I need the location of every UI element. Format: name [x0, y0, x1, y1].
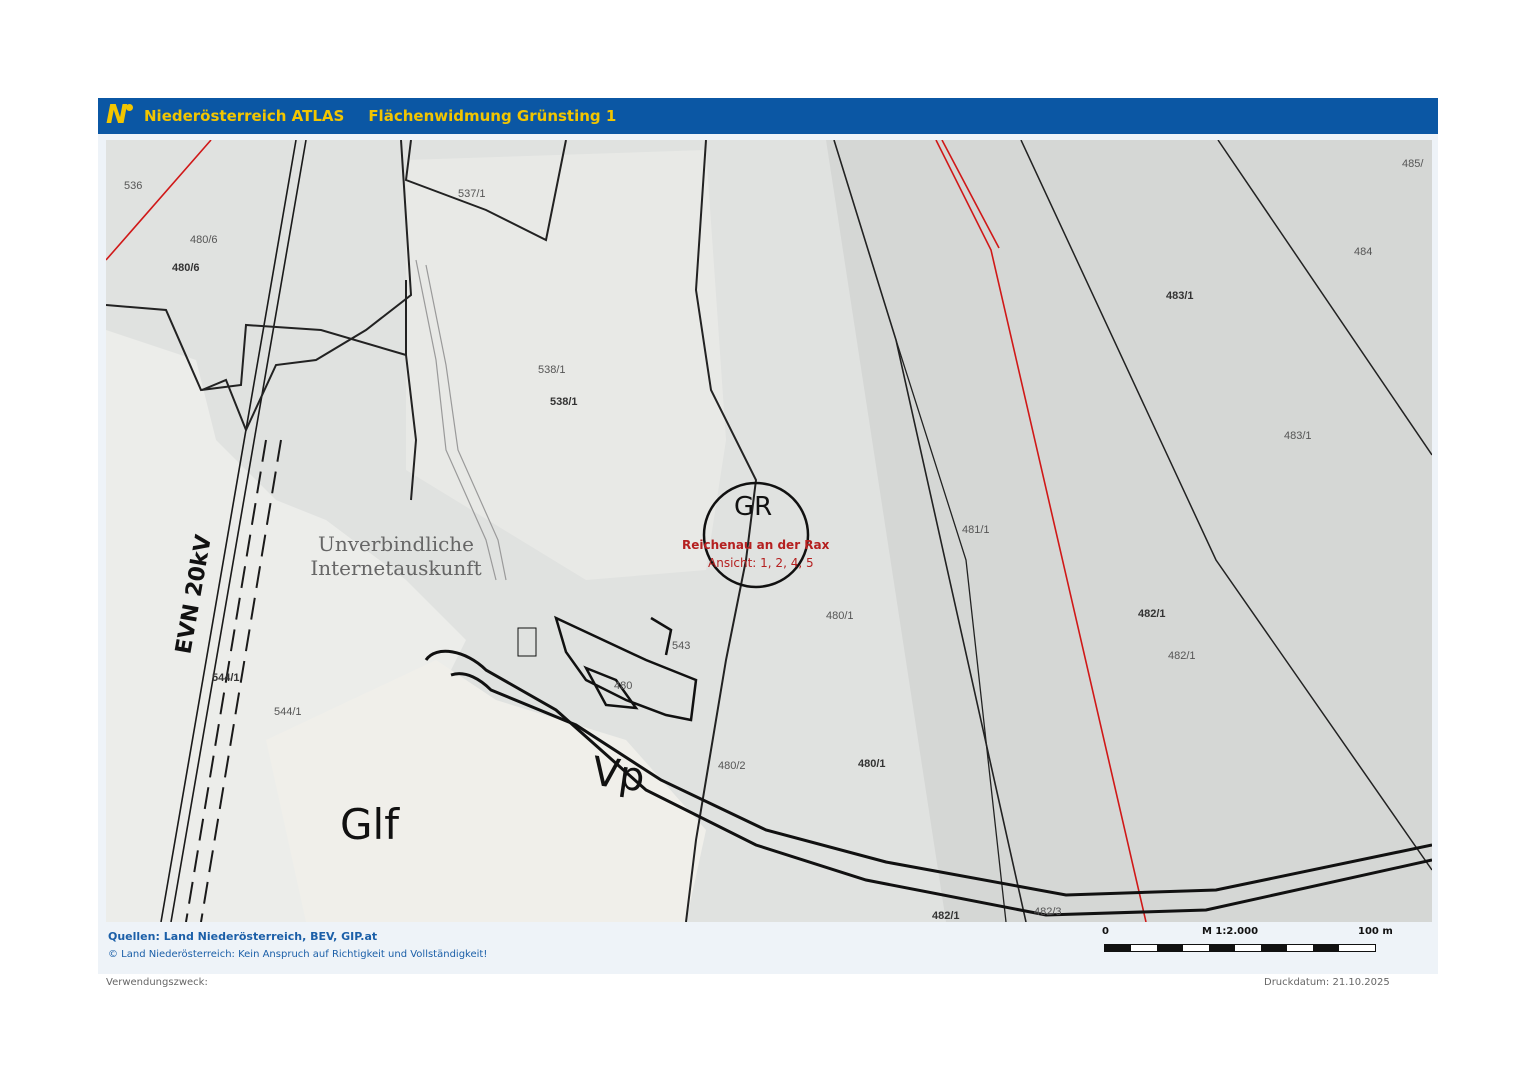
- map-title: Flächenwidmung Grünsting 1: [368, 107, 617, 125]
- parcel-label: 480/6: [172, 262, 200, 274]
- scale-end-label: 100 m: [1358, 926, 1393, 937]
- zone-label-glf: Glf: [340, 800, 400, 849]
- parcel-label: 544/1: [274, 706, 302, 718]
- views-label: Ansicht: 1, 2, 4, 5: [708, 556, 814, 570]
- parcel-label: 537/1: [458, 188, 486, 200]
- parcel-label: 480/1: [858, 758, 886, 770]
- scale-start-label: 0: [1102, 926, 1109, 937]
- scale-ratio-label: M 1:2.000: [1202, 926, 1259, 937]
- map-view[interactable]: 536 537/1 480/6 480/6 538/1 538/1 485/ 4…: [106, 140, 1432, 922]
- scale-bar: 0 M 1:2.000 100 m: [1102, 926, 1402, 956]
- watermark-line: Internetauskunft: [310, 556, 482, 580]
- parcel-label: 543: [672, 640, 691, 652]
- map-canvas: [106, 140, 1432, 922]
- parcel-label: 483/1: [1284, 430, 1312, 442]
- sources-text: Quellen: Land Niederösterreich, BEV, GIP…: [108, 930, 378, 943]
- noe-logo-icon: N: [104, 100, 138, 130]
- parcel-label: 481/1: [962, 524, 990, 536]
- parcel-label: 482/3: [1034, 906, 1062, 918]
- place-name: Reichenau an der Rax: [682, 538, 830, 552]
- scale-bar-graphic: [1104, 944, 1376, 952]
- parcel-label: 482/1: [1138, 608, 1166, 620]
- zone-label-gr: GR: [734, 492, 773, 522]
- parcel-label: 480/2: [718, 760, 746, 772]
- parcel-label: 538/1: [550, 396, 578, 408]
- parcel-label: 480/1: [826, 610, 854, 622]
- copyright-text: © Land Niederösterreich: Kein Anspruch a…: [108, 949, 488, 960]
- zone-label-vp: Vp: [589, 748, 648, 802]
- print-date: Druckdatum: 21.10.2025: [1264, 977, 1390, 988]
- parcel-label: 482/1: [1168, 650, 1196, 662]
- parcel-label: 538/1: [538, 364, 566, 376]
- watermark: Unverbindliche Internetauskunft: [286, 532, 506, 580]
- parcel-label: 544/1: [212, 672, 240, 684]
- title-bar: N Niederösterreich ATLAS Flächenwidmung …: [98, 98, 1438, 134]
- parcel-label: 482/1: [932, 910, 960, 922]
- purpose-label: Verwendungszweck:: [106, 977, 208, 988]
- parcel-label: 480/6: [190, 234, 218, 246]
- watermark-line: Unverbindliche: [317, 532, 475, 556]
- parcel-label: 484: [1354, 246, 1373, 258]
- app-title: Niederösterreich ATLAS: [144, 107, 345, 125]
- parcel-label: 536: [124, 180, 143, 192]
- parcel-label: 485/: [1402, 158, 1424, 170]
- parcel-label: 483/1: [1166, 290, 1194, 302]
- parcel-label: 480: [614, 680, 633, 692]
- map-frame: N Niederösterreich ATLAS Flächenwidmung …: [98, 98, 1438, 974]
